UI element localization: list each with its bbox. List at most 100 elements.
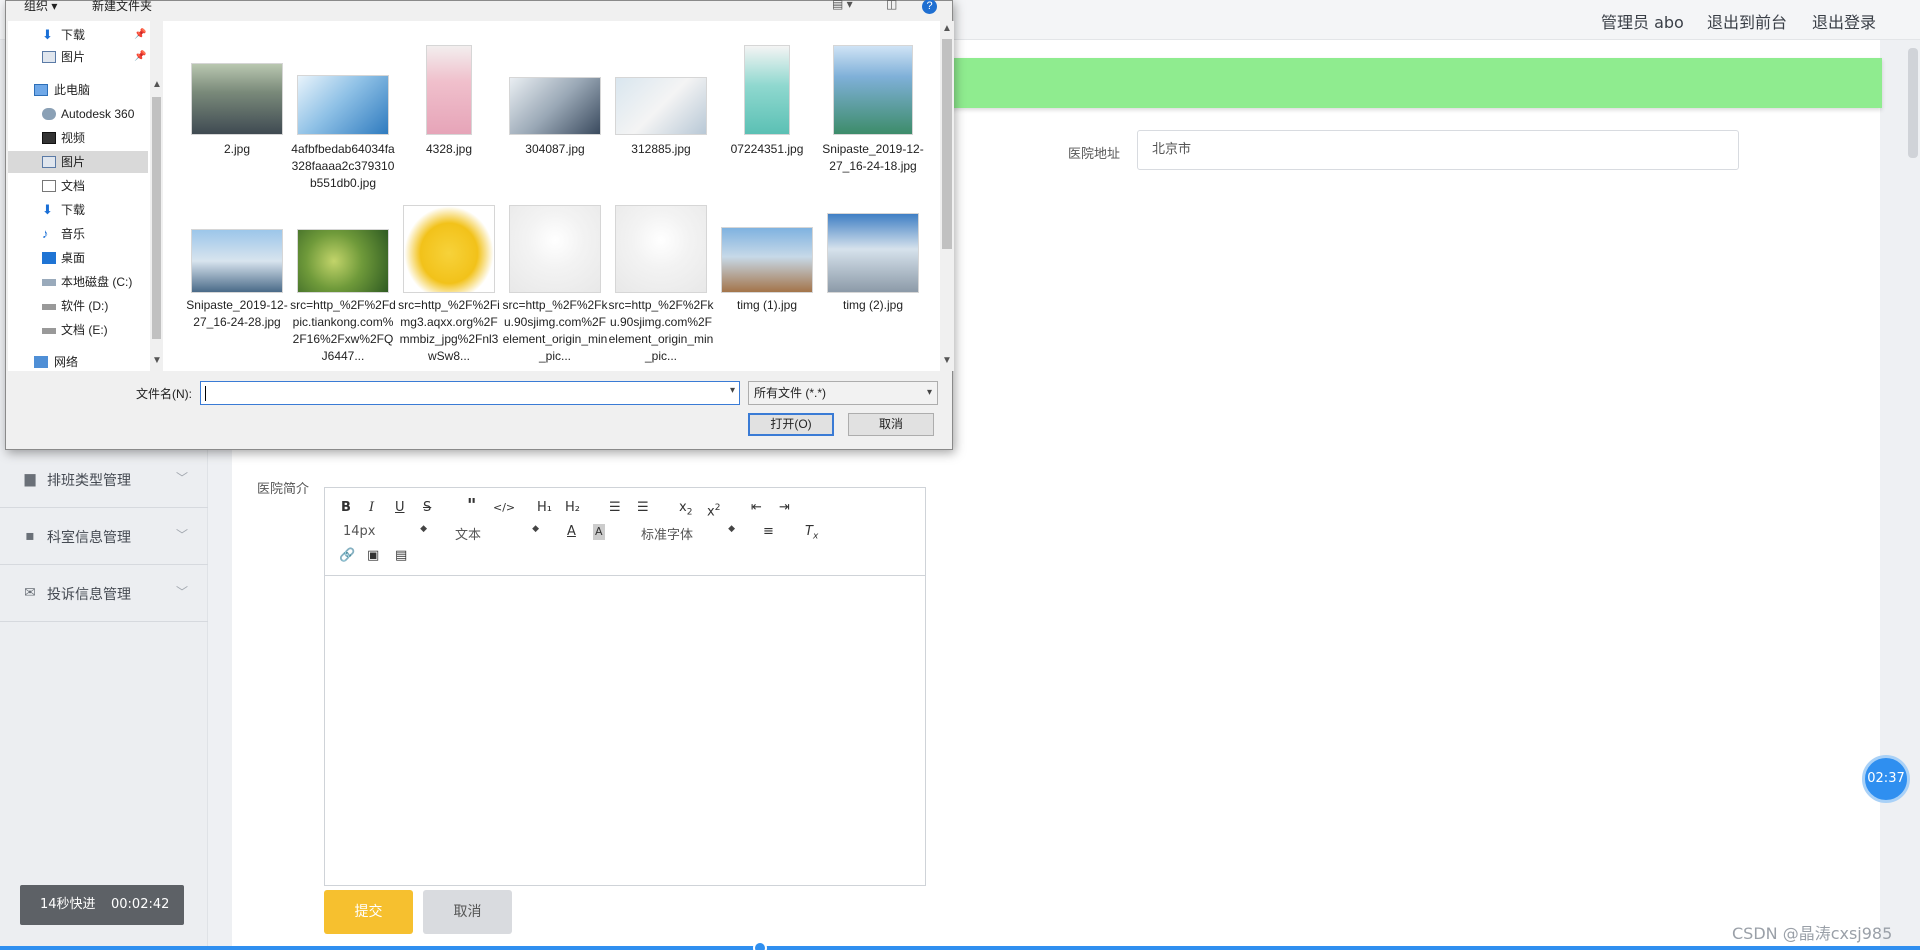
blockquote-icon[interactable]: " [467, 497, 476, 515]
preview-pane-icon[interactable]: ◫ [886, 0, 897, 11]
nav-label: 下载 [61, 203, 86, 217]
nav-item-music[interactable]: ♪ 音乐 [8, 223, 148, 245]
open-button[interactable]: 打开(O) [748, 413, 834, 436]
paragraph-select[interactable]: 文本 ◆ [455, 524, 539, 543]
font-size-select[interactable]: 14px ◆ [343, 524, 427, 539]
heading2-icon[interactable]: H₂ [565, 500, 580, 516]
clear-format-icon[interactable]: Tx [805, 524, 818, 545]
bullet-list-icon[interactable]: ☰ [637, 500, 649, 516]
nav-item-drive-d[interactable]: 软件 (D:) [8, 295, 148, 317]
align-icon[interactable]: ≡ [763, 524, 774, 540]
dialog-cancel-button[interactable]: 取消 [848, 413, 934, 436]
nav-item-documents[interactable]: 文档 [8, 175, 148, 197]
bold-icon[interactable]: B [341, 500, 351, 516]
new-folder-button[interactable]: 新建文件夹 [92, 0, 152, 14]
file-name: src=http_%2F%2Fku.90sjimg.com%2Felement_… [502, 298, 608, 363]
filename-input[interactable]: ▾ [200, 381, 740, 405]
heading1-icon[interactable]: H₁ [537, 500, 552, 516]
chevron-down-icon[interactable]: ▾ [730, 385, 735, 396]
indent-icon[interactable]: ⇥ [779, 500, 790, 516]
image-thumbnail [191, 229, 283, 293]
cancel-button[interactable]: 取消 [423, 890, 512, 934]
strikethrough-icon[interactable]: S [423, 500, 431, 516]
nav-item-drive-e[interactable]: 文档 (E:) [8, 319, 148, 341]
font-family-select[interactable]: 标准字体 ◆ [641, 524, 735, 543]
view-icon[interactable]: ▤ ▾ [832, 0, 853, 11]
nav-label: 视频 [61, 131, 86, 145]
editor-toolbar: B I U S " </> H₁ H₂ ☰ ☰ x2 x2 ⇤ ⇥ 14px ◆ … [325, 488, 925, 576]
nav-item-downloads[interactable]: ⬇ 下载 [8, 199, 148, 221]
video-speed-overlay[interactable]: 14秒快进 00:02:42 [20, 885, 184, 925]
image-thumbnail [403, 205, 495, 293]
nav-item-pictures-pinned[interactable]: 图片 📌 [8, 46, 148, 68]
drive-icon [42, 304, 56, 310]
page-scrollbar[interactable] [1908, 48, 1918, 158]
link-icon[interactable]: 🔗 [339, 548, 355, 564]
superscript-icon[interactable]: x2 [707, 500, 720, 520]
file-name: 304087.jpg [525, 142, 585, 156]
file-name: Snipaste_2019-12-27_16-24-28.jpg [186, 298, 288, 329]
sidebar-item-schedule-types[interactable]: ▆ 排班类型管理 ﹀ [0, 451, 208, 508]
submit-button[interactable]: 提交 [324, 890, 413, 934]
nav-label: 软件 (D:) [61, 299, 109, 313]
video-time: 00:02:42 [111, 897, 170, 912]
document-icon [42, 180, 56, 192]
sidebar-item-label: 排班类型管理 [47, 473, 131, 489]
image-icon[interactable]: ▣ [367, 548, 379, 564]
nav-item-pictures[interactable]: 图片 [8, 151, 148, 173]
sidebar-item-departments[interactable]: ▪ 科室信息管理 ﹀ [0, 508, 208, 565]
nav-item-network[interactable]: 网络 [8, 351, 148, 373]
nav-item-videos[interactable]: 视频 [8, 127, 148, 149]
nav-label: 文档 [61, 179, 86, 193]
filename-label: 文件名(N): [136, 387, 192, 401]
nav-item-autodesk[interactable]: Autodesk 360 [8, 103, 148, 125]
file-name: 07224351.jpg [730, 142, 804, 156]
logout-link[interactable]: 退出登录 [1812, 9, 1876, 33]
file-type-select[interactable]: 所有文件 (*.*) ▾ [748, 381, 938, 405]
file-name: 312885.jpg [631, 142, 691, 156]
font-color-icon[interactable]: A [567, 524, 576, 540]
help-icon[interactable]: ? [922, 0, 937, 14]
nav-item-this-pc[interactable]: 此电脑 [8, 79, 148, 101]
timer-badge[interactable]: 02:37 [1862, 755, 1910, 803]
nav-label: 图片 [61, 155, 86, 169]
nav-item-downloads-pinned[interactable]: ⬇ 下载 📌 [8, 24, 148, 46]
nav-item-desktop[interactable]: 桌面 [8, 247, 148, 269]
nav-scrollbar[interactable]: ▲ ▼ [150, 21, 163, 371]
nav-item-drive-c[interactable]: 本地磁盘 (C:) [8, 271, 148, 293]
image-thumbnail [297, 75, 389, 135]
download-icon: ⬇ [42, 202, 53, 217]
underline-icon[interactable]: U [395, 500, 405, 516]
go-front-link[interactable]: 退出到前台 [1707, 9, 1787, 33]
subscript-icon[interactable]: x2 [679, 500, 692, 521]
organize-menu[interactable]: 组织 ▾ [24, 0, 57, 14]
drive-icon [42, 279, 56, 286]
desktop-icon [42, 252, 56, 264]
page-banner [950, 58, 1882, 108]
file-name: timg (1).jpg [736, 298, 798, 312]
video-icon[interactable]: ▤ [395, 548, 407, 564]
outdent-icon[interactable]: ⇤ [751, 500, 762, 516]
scroll-down-icon[interactable]: ▼ [942, 355, 952, 366]
network-icon [34, 356, 48, 368]
scroll-thumb[interactable] [942, 39, 952, 249]
address-input[interactable]: 北京市 [1137, 130, 1739, 170]
progress-handle[interactable] [753, 941, 767, 950]
file-list-scrollbar[interactable]: ▲ ▼ [940, 21, 954, 371]
chevron-down-icon: ﹀ [175, 471, 188, 485]
code-icon[interactable]: </> [493, 500, 515, 516]
scroll-up-icon[interactable]: ▲ [152, 79, 162, 90]
computer-icon [34, 84, 48, 96]
image-thumbnail [509, 77, 601, 135]
italic-icon[interactable]: I [369, 500, 374, 516]
scroll-up-icon[interactable]: ▲ [942, 23, 952, 34]
sidebar-item-complaints[interactable]: ✉ 投诉信息管理 ﹀ [0, 565, 208, 622]
image-thumbnail [615, 77, 707, 135]
scroll-thumb[interactable] [152, 97, 161, 339]
nav-label: 图片 [61, 50, 86, 64]
scroll-down-icon[interactable]: ▼ [152, 355, 162, 366]
background-color-icon[interactable]: A [593, 524, 605, 540]
address-label: 医院地址 [1068, 147, 1121, 162]
video-progress-bar[interactable] [0, 941, 1920, 950]
ordered-list-icon[interactable]: ☰ [609, 500, 621, 516]
